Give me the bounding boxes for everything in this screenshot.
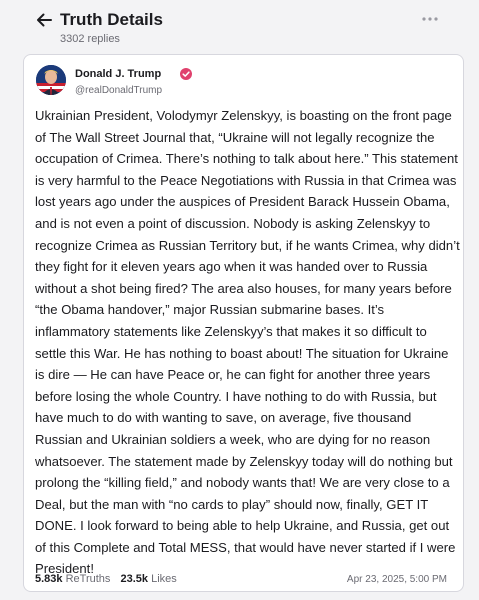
retruths-count: 5.83k bbox=[35, 573, 63, 585]
post-stats: 5.83k ReTruths 23.5k Likes bbox=[35, 573, 177, 585]
retruths-stat[interactable]: 5.83k ReTruths bbox=[35, 573, 110, 585]
more-horizontal-icon[interactable] bbox=[421, 14, 439, 24]
verified-badge-icon bbox=[180, 68, 192, 80]
author-name[interactable]: Donald J. Trump bbox=[75, 68, 161, 80]
likes-label: Likes bbox=[151, 573, 177, 585]
post-timestamp: Apr 23, 2025, 5:00 PM bbox=[346, 574, 447, 585]
post-card: Donald J. Trump @realDonaldTrump Ukraini… bbox=[23, 54, 464, 592]
author-handle[interactable]: @realDonaldTrump bbox=[75, 85, 162, 96]
page-header: Truth Details 3302 replies bbox=[0, 0, 479, 52]
retruths-label: ReTruths bbox=[65, 573, 111, 585]
page-title: Truth Details bbox=[60, 10, 163, 29]
avatar[interactable] bbox=[36, 65, 66, 95]
post-body: Ukrainian President, Volodymyr Zelenskyy… bbox=[35, 108, 460, 577]
reply-count: 3302 replies bbox=[60, 33, 120, 45]
likes-stat[interactable]: 23.5k Likes bbox=[120, 573, 176, 585]
arrow-left-icon[interactable] bbox=[35, 11, 53, 29]
avatar-image bbox=[36, 65, 66, 95]
likes-count: 23.5k bbox=[120, 573, 149, 585]
